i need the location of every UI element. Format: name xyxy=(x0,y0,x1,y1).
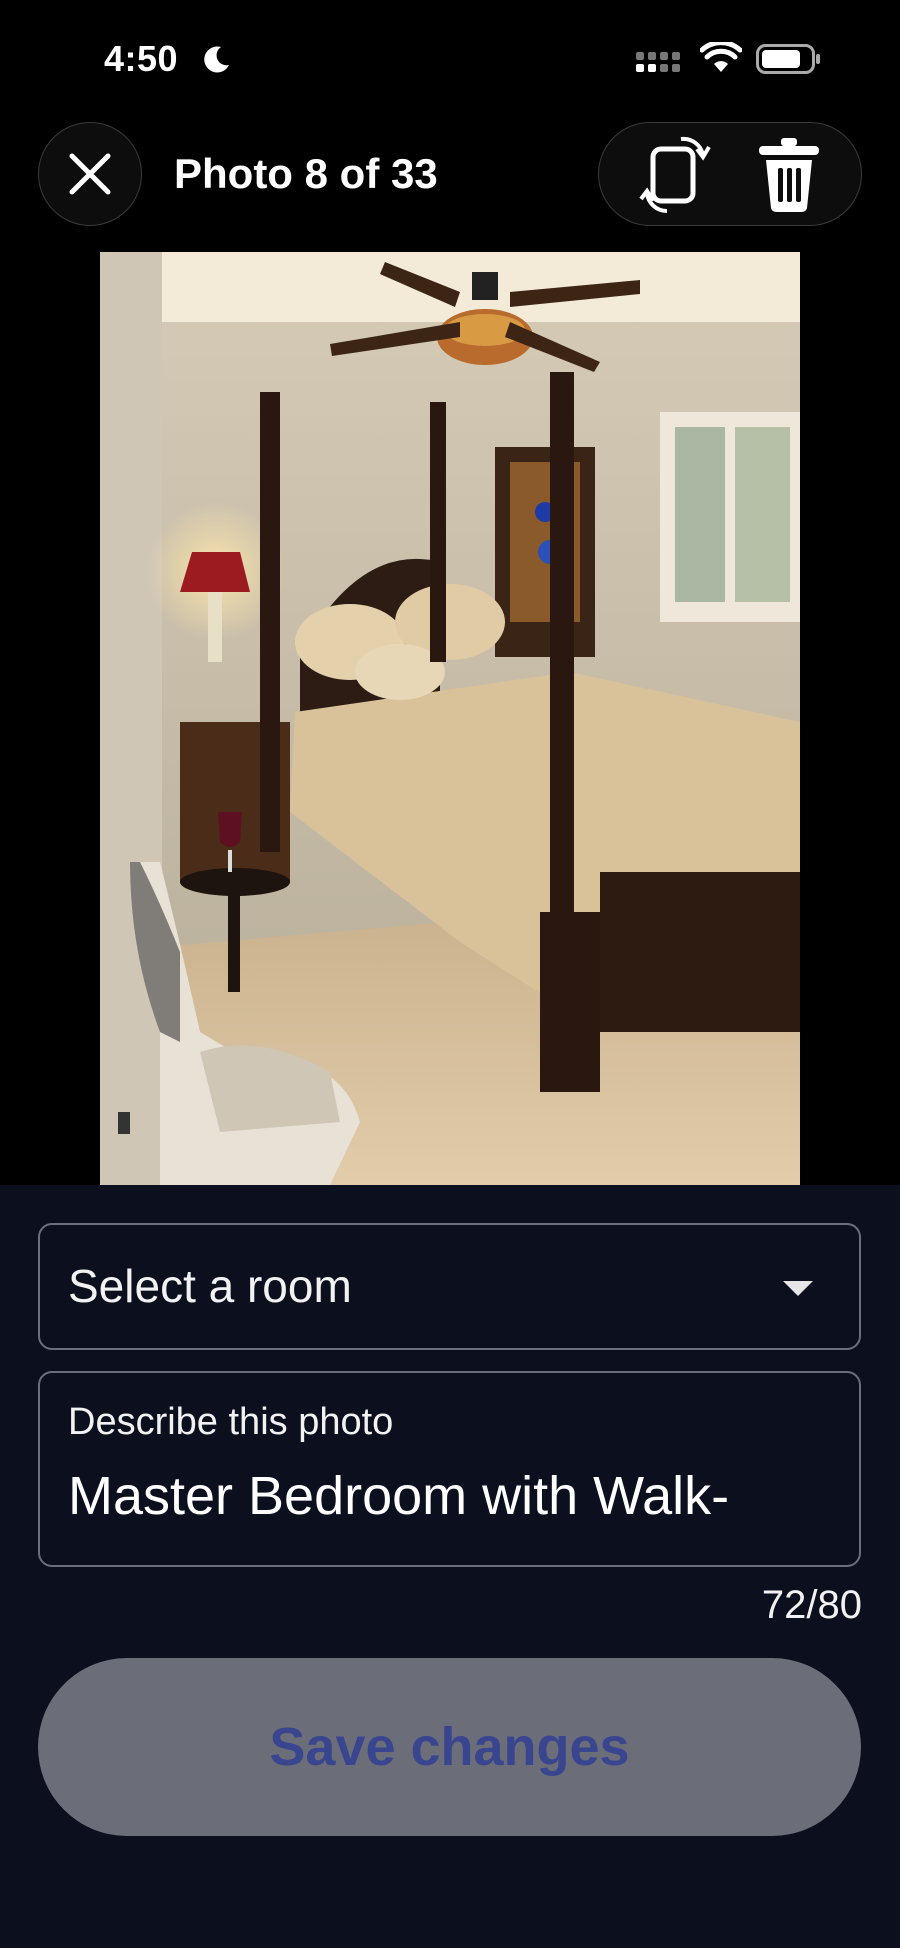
moon-icon xyxy=(204,46,229,73)
character-counter: 72/80 xyxy=(761,1583,862,1627)
wifi-icon xyxy=(700,42,742,72)
bedroom-photo[interactable] xyxy=(100,252,800,1185)
status-time: 4:50 xyxy=(104,38,179,79)
description-field[interactable]: Describe this photo Master Bedroom with … xyxy=(38,1371,861,1567)
rotate-button[interactable] xyxy=(633,133,717,217)
save-button-label: Save changes xyxy=(269,1717,630,1777)
cellular-signal-icon xyxy=(636,52,680,72)
room-select-label: Select a room xyxy=(68,1260,352,1312)
description-input[interactable]: Master Bedroom with Walk- xyxy=(68,1465,729,1527)
photo-header: Photo 8 of 33 xyxy=(0,120,900,232)
status-bar: 4:50 xyxy=(0,0,900,120)
photo-actions xyxy=(598,122,862,226)
rotate-icon xyxy=(639,136,711,214)
battery-icon xyxy=(756,44,820,74)
chevron-down-icon xyxy=(783,1281,813,1296)
room-select[interactable]: Select a room xyxy=(38,1223,861,1350)
close-icon xyxy=(69,153,111,195)
page-title: Photo 8 of 33 xyxy=(174,150,438,197)
edit-panel: Select a room Describe this photo Master… xyxy=(0,1185,900,1948)
delete-button[interactable] xyxy=(747,133,831,217)
trash-icon xyxy=(759,138,819,212)
close-button[interactable] xyxy=(38,122,142,226)
save-button[interactable]: Save changes xyxy=(38,1658,861,1836)
description-label: Describe this photo xyxy=(68,1401,394,1443)
